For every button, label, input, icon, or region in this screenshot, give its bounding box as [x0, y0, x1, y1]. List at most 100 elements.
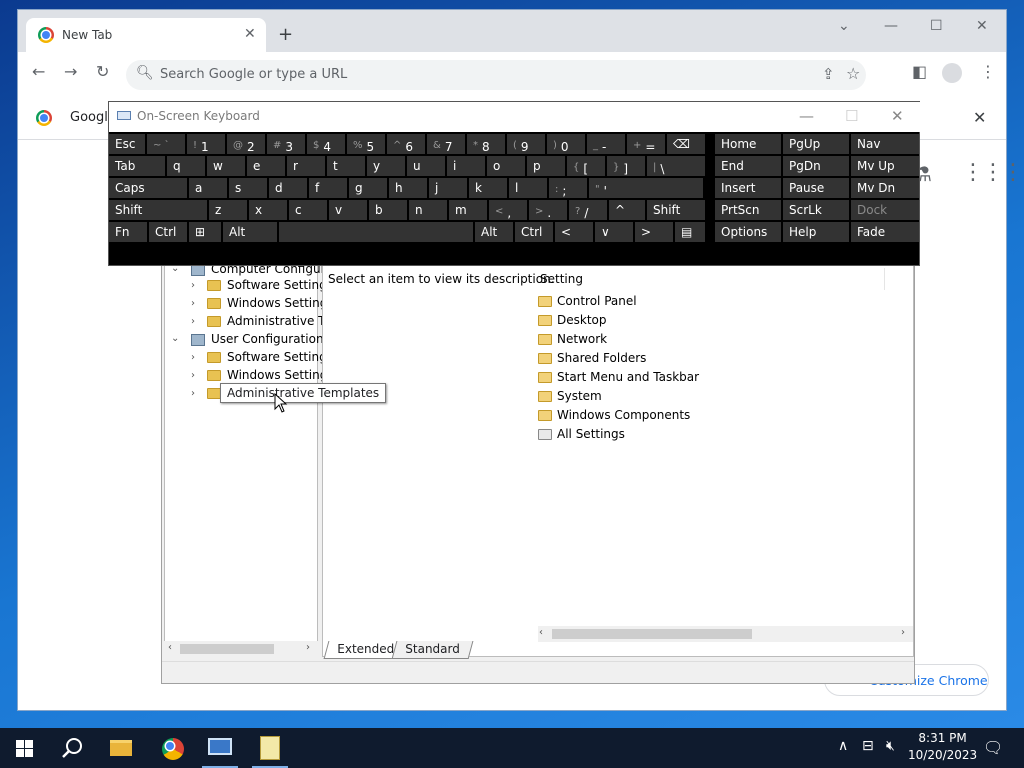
new-tab-button[interactable]: + — [278, 24, 293, 45]
tab-close-icon[interactable]: ✕ — [244, 26, 256, 42]
column-header-setting[interactable]: Setting — [540, 272, 583, 286]
setting-item[interactable]: System — [538, 389, 602, 403]
osk-key[interactable]: r — [287, 156, 325, 176]
osk-key[interactable]: f — [309, 178, 347, 198]
osk-key[interactable]: > — [635, 222, 673, 242]
osk-nav-key[interactable]: PgDn — [783, 156, 849, 176]
setting-item[interactable]: Network — [538, 332, 607, 346]
osk-key[interactable]: m — [449, 200, 487, 220]
osk-key[interactable]: c — [289, 200, 327, 220]
osk-nav-key[interactable]: PgUp — [783, 134, 849, 154]
osk-key[interactable]: ) 0 — [547, 134, 585, 154]
osk-key[interactable]: Ctrl — [515, 222, 553, 242]
minimize-icon[interactable]: — — [799, 107, 814, 125]
osk-key[interactable]: Shift — [109, 200, 207, 220]
osk-key[interactable]: j — [429, 178, 467, 198]
osk-nav-key[interactable]: Help — [783, 222, 849, 242]
file-explorer-button[interactable] — [96, 728, 144, 768]
osk-key[interactable]: <, — [489, 200, 527, 220]
osk-nav-key[interactable]: End — [715, 156, 781, 176]
back-icon[interactable]: ← — [32, 62, 45, 81]
forward-icon[interactable]: → — [64, 62, 77, 81]
osk-key[interactable]: u — [407, 156, 445, 176]
scroll-left-icon[interactable]: ‹ — [539, 627, 543, 638]
chevron-down-icon[interactable]: ⌄ — [171, 333, 179, 344]
osk-nav-key[interactable]: Fade — [851, 222, 919, 242]
horizontal-scrollbar[interactable]: ‹ › — [538, 626, 913, 642]
osk-key[interactable]: :; — [549, 178, 587, 198]
minimize-icon[interactable]: — — [884, 18, 898, 34]
chevron-right-icon[interactable]: › — [191, 370, 195, 381]
policy-tree[interactable]: ⌄ Computer Configura › Software Settings ›… — [164, 259, 333, 657]
osk-key[interactable]: >. — [529, 200, 567, 220]
osk-key[interactable]: ^ — [609, 200, 645, 220]
osk-key[interactable]: ! 1 — [187, 134, 225, 154]
osk-key[interactable]: Alt — [223, 222, 277, 242]
tree-horizontal-scrollbar[interactable]: ‹ › — [164, 641, 318, 657]
osk-key[interactable]: Esc — [109, 134, 145, 154]
osk-key[interactable]: y — [367, 156, 405, 176]
osk-key[interactable]: ⊞ — [189, 222, 221, 242]
chevron-right-icon[interactable]: › — [191, 352, 195, 363]
scroll-thumb[interactable] — [552, 629, 752, 639]
osk-nav-key[interactable]: Pause — [783, 178, 849, 198]
osk-nav-key[interactable]: Nav — [851, 134, 919, 154]
osk-nav-key[interactable]: Mv Up — [851, 156, 919, 176]
osk-key[interactable]: & 7 — [427, 134, 465, 154]
osk-key[interactable]: t — [327, 156, 365, 176]
osk-key[interactable]: k — [469, 178, 507, 198]
chrome-taskbar-button[interactable] — [148, 728, 196, 768]
start-button[interactable] — [0, 728, 48, 768]
osk-key[interactable]: Tab — [109, 156, 165, 176]
setting-item[interactable]: Desktop — [538, 313, 607, 327]
osk-key[interactable]: q — [167, 156, 205, 176]
tab-standard[interactable]: Standard — [391, 641, 474, 659]
osk-key[interactable]: Shift — [647, 200, 705, 220]
scroll-right-icon[interactable]: › — [306, 642, 310, 653]
profile-avatar-icon[interactable] — [942, 63, 962, 83]
setting-item[interactable]: All Settings — [538, 427, 625, 441]
osk-key[interactable]: l — [509, 178, 547, 198]
osk-key[interactable]: d — [269, 178, 307, 198]
osk-key[interactable]: }] — [607, 156, 645, 176]
notifications-icon[interactable]: 🗨︎ — [983, 738, 1003, 757]
osk-key[interactable]: g — [349, 178, 387, 198]
close-window-icon[interactable]: ✕ — [976, 18, 988, 34]
osk-key[interactable]: Fn — [109, 222, 147, 242]
osk-key[interactable]: Alt — [475, 222, 513, 242]
google-apps-icon[interactable]: ⋮⋮⋮ — [962, 160, 1024, 185]
osk-key[interactable]: _ - — [587, 134, 625, 154]
osk-key[interactable]: w — [207, 156, 245, 176]
osk-key[interactable]: % 5 — [347, 134, 385, 154]
osk-nav-key[interactable]: PrtScn — [715, 200, 781, 220]
osk-key[interactable]: ^ 6 — [387, 134, 425, 154]
scroll-right-icon[interactable]: › — [901, 627, 905, 638]
osk-key[interactable]: #3 — [267, 134, 305, 154]
side-panel-icon[interactable]: ◧ — [912, 62, 927, 81]
volume-muted-icon[interactable]: 🔇︎ — [886, 738, 895, 754]
setting-item[interactable]: Shared Folders — [538, 351, 646, 365]
chevron-right-icon[interactable]: › — [191, 316, 195, 327]
osk-key[interactable]: ▤ — [675, 222, 705, 242]
osk-key[interactable]: b — [369, 200, 407, 220]
osk-nav-key[interactable]: ScrLk — [783, 200, 849, 220]
scroll-thumb[interactable] — [180, 644, 274, 654]
osk-key[interactable]: $4 — [307, 134, 345, 154]
osk-key[interactable]: * 8 — [467, 134, 505, 154]
osk-key[interactable]: o — [487, 156, 525, 176]
reload-icon[interactable]: ↻ — [96, 62, 109, 81]
clock[interactable]: 8:31 PM 10/20/2023 — [908, 730, 977, 764]
osk-key[interactable]: Ctrl — [149, 222, 187, 242]
osk-key[interactable]: h — [389, 178, 427, 198]
osk-key[interactable]: v — [329, 200, 367, 220]
osk-key[interactable]: ∨ — [595, 222, 633, 242]
menu-kebab-icon[interactable]: ⋮ — [980, 62, 996, 81]
bookmark-star-icon[interactable]: ☆ — [846, 64, 860, 83]
chevron-right-icon[interactable]: › — [191, 298, 195, 309]
chevron-right-icon[interactable]: › — [191, 280, 195, 291]
osk-key[interactable]: ⌫ — [667, 134, 705, 154]
osk-nav-key[interactable]: Options — [715, 222, 781, 242]
tab-search-icon[interactable]: ⌄ — [838, 18, 850, 34]
osk-nav-key[interactable]: Dock — [851, 200, 919, 220]
osk-key[interactable]: s — [229, 178, 267, 198]
